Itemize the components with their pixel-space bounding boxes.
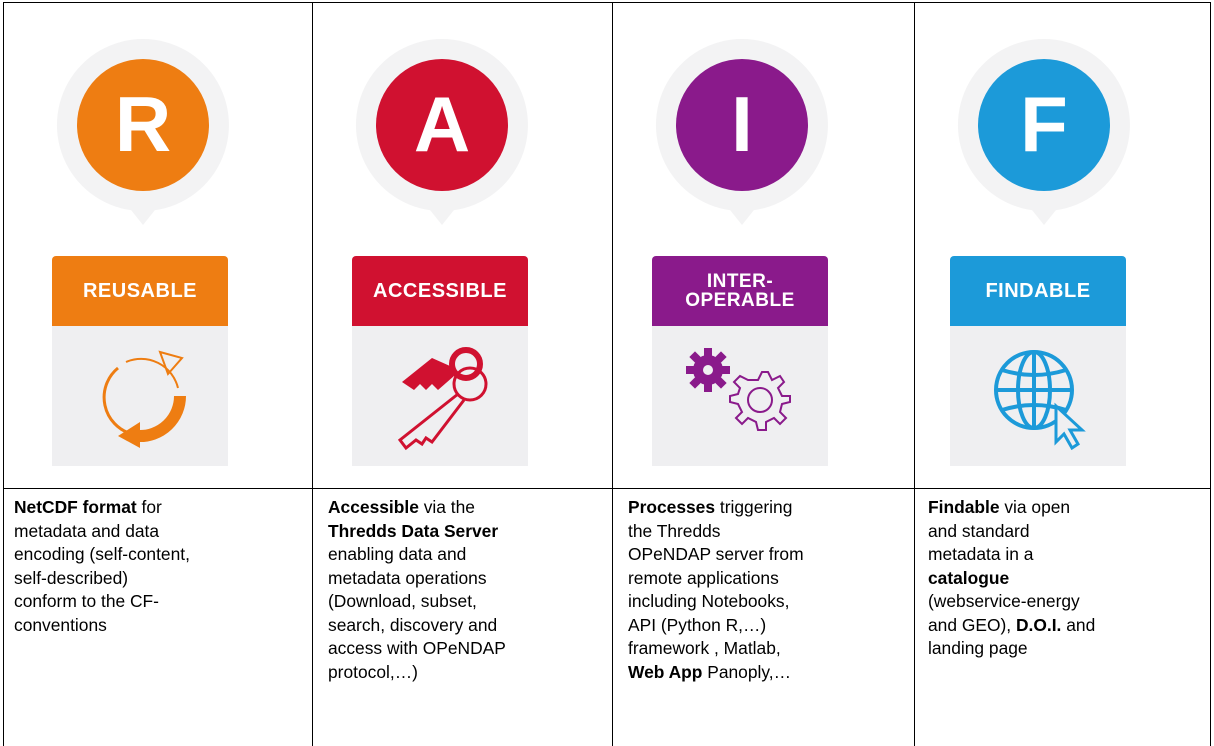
description-accessible: Accessible via the Thredds Data Server e… (328, 497, 506, 682)
card-label-text: REUSABLE (82, 279, 197, 302)
table-border-right (1210, 2, 1211, 746)
card-body-findable (950, 326, 1126, 466)
table-divider-2 (612, 2, 613, 746)
refresh-arrows-icon (102, 350, 187, 448)
pin-reusable: R (56, 39, 229, 225)
table-row-divider (3, 488, 1211, 489)
description-findable: Findable via open and standard metadata … (928, 497, 1096, 658)
table-border-top (3, 2, 1211, 3)
pin-findable: F (957, 39, 1130, 225)
badge-letter-i: I (731, 80, 753, 168)
card-label-line-1: INTER- (706, 271, 774, 292)
card-label-text: FINDABLE (985, 279, 1091, 302)
gears-icon (686, 348, 791, 431)
card-label-line-2: OPERABLE (685, 290, 795, 311)
pin-interoperable: I (655, 39, 828, 225)
globe-cursor-icon (994, 350, 1086, 451)
card-label-text: ACCESSIBLE (373, 279, 507, 302)
card-body-interoperable (652, 326, 828, 466)
card-body-reusable (52, 326, 228, 466)
card-interoperable: INTER- OPERABLE (652, 256, 828, 486)
pin-accessible: A (355, 39, 528, 225)
description-reusable: NetCDF format for metadata and data enco… (14, 497, 190, 635)
description-interoperable: Processes triggering the Thredds OPeNDAP… (628, 497, 804, 682)
card-body-accessible (352, 326, 528, 466)
card-accessible: ACCESSIBLE (352, 256, 528, 486)
keys-icon (397, 347, 488, 451)
badge-letter-r: R (115, 80, 171, 168)
card-label-interoperable: INTER- OPERABLE (652, 256, 828, 326)
table-divider-1 (312, 2, 313, 746)
badge-letter-f: F (1020, 80, 1068, 168)
card-reusable: REUSABLE (52, 256, 228, 486)
card-findable: FINDABLE (950, 256, 1126, 486)
table-divider-3 (914, 2, 915, 746)
card-label-findable: FINDABLE (950, 256, 1126, 326)
table-border-left (3, 2, 4, 746)
card-label-accessible: ACCESSIBLE (352, 256, 528, 326)
badge-letter-a: A (414, 80, 470, 168)
card-label-reusable: REUSABLE (52, 256, 228, 326)
